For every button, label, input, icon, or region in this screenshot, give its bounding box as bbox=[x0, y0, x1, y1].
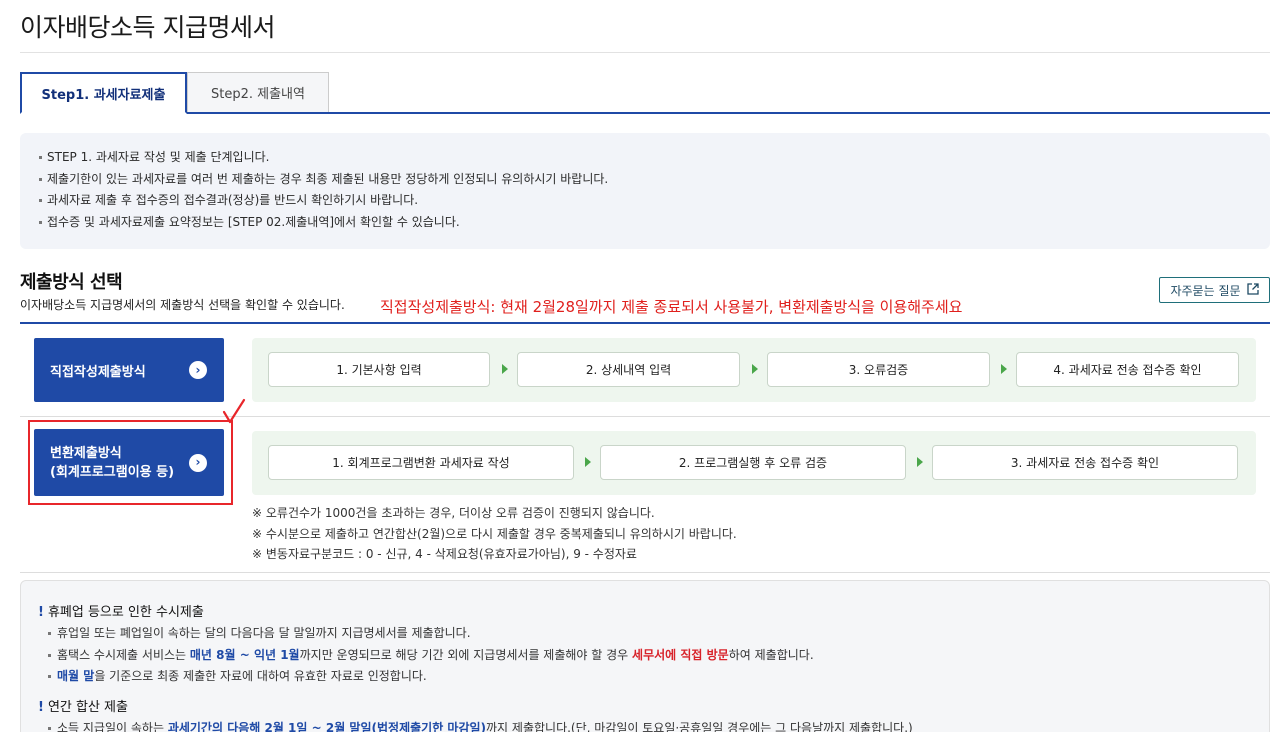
notice-box: ! 휴폐업 등으로 인한 수시제출 휴업일 또는 폐업일이 속하는 달의 다음다음… bbox=[20, 580, 1270, 732]
faq-button[interactable]: 자주묻는 질문 bbox=[1159, 277, 1270, 303]
warning-note: ※ 수시분으로 제출하고 연간합산(2월)으로 다시 제출할 경우 중복제출되니… bbox=[252, 527, 737, 541]
warning-note: ※ 변동자료구분코드 : 0 - 신규, 4 - 삭제요청(유효자료가아님), … bbox=[252, 547, 637, 561]
tab-bar: Step1. 과세자료제출 Step2. 제출내역 bbox=[20, 72, 1270, 114]
convert-step-2: 2. 프로그램실행 후 오류 검증 bbox=[600, 445, 906, 480]
notice-line: 휴업일 또는 폐업일이 속하는 달의 다음다음 달 말일까지 지급명세서를 제출… bbox=[48, 626, 471, 640]
section-title: 제출방식 선택 bbox=[20, 272, 123, 293]
exclamation-icon: ! bbox=[38, 605, 44, 620]
notice-line: 홈택스 수시제출 서비스는 매년 8월 ~ 익년 1월까지만 운영되므로 해당 … bbox=[48, 648, 814, 662]
title-divider bbox=[20, 52, 1270, 53]
info-box: STEP 1. 과세자료 작성 및 제출 단계입니다. 제출기한이 있는 과세자… bbox=[20, 133, 1270, 249]
info-item: STEP 1. 과세자료 작성 및 제출 단계입니다. bbox=[39, 147, 1270, 169]
direct-step-2: 2. 상세내역 입력 bbox=[517, 352, 740, 387]
convert-steps: 1. 회계프로그램변환 과세자료 작성 2. 프로그램실행 후 오류 검증 3.… bbox=[252, 431, 1256, 495]
direct-steps: 1. 기본사항 입력 2. 상세내역 입력 3. 오류검증 4. 과세자료 전송… bbox=[252, 338, 1256, 402]
direct-step-4: 4. 과세자료 전송 접수증 확인 bbox=[1016, 352, 1239, 387]
section-description: 이자배당소득 지급명세서의 제출방식 선택을 확인할 수 있습니다. bbox=[20, 298, 345, 312]
direct-step-1: 1. 기본사항 입력 bbox=[268, 352, 490, 387]
info-item: 접수증 및 과세자료제출 요약정보는 [STEP 02.제출내역]에서 확인할 … bbox=[39, 212, 1270, 234]
page-title: 이자배당소득 지급명세서 bbox=[20, 13, 275, 42]
direct-step-3: 3. 오류검증 bbox=[767, 352, 990, 387]
checkmark-icon bbox=[222, 398, 246, 424]
arrow-right-icon bbox=[585, 457, 591, 467]
method-divider bbox=[20, 322, 1270, 324]
highlight-box bbox=[28, 420, 233, 505]
info-item: 과세자료 제출 후 접수증의 접수결과(정상)를 반드시 확인하기시 바랍니다. bbox=[39, 190, 1270, 212]
arrow-right-icon bbox=[917, 457, 923, 467]
chevron-right-icon: › bbox=[189, 361, 207, 379]
direct-method-label: 직접작성제출방식 bbox=[50, 364, 146, 380]
convert-step-1: 1. 회계프로그램변환 과세자료 작성 bbox=[268, 445, 574, 480]
external-link-icon bbox=[1246, 282, 1259, 298]
notice-line: 소득 지급일이 속하는 과세기간의 다음해 2월 1일 ~ 2월 말일(법정제출… bbox=[48, 719, 913, 732]
tab-step2[interactable]: Step2. 제출내역 bbox=[187, 72, 329, 112]
info-item: 제출기한이 있는 과세자료를 여러 번 제출하는 경우 최종 제출된 내용만 정… bbox=[39, 169, 1270, 191]
section-separator bbox=[20, 572, 1270, 573]
convert-step-3: 3. 과세자료 전송 접수증 확인 bbox=[932, 445, 1238, 480]
tab-step1[interactable]: Step1. 과세자료제출 bbox=[20, 72, 187, 114]
arrow-right-icon bbox=[752, 364, 758, 374]
exclamation-icon: ! bbox=[38, 700, 44, 715]
faq-label: 자주묻는 질문 bbox=[1170, 283, 1241, 298]
method-separator bbox=[20, 416, 1270, 417]
direct-method-button[interactable]: 직접작성제출방식 › bbox=[34, 338, 224, 402]
red-annotation: 직접작성제출방식: 현재 2월28일까지 제출 종료되서 사용불가, 변환제출방… bbox=[380, 298, 963, 316]
arrow-right-icon bbox=[1001, 364, 1007, 374]
notice-line: 매월 말을 기준으로 최종 제출한 자료에 대하여 유효한 자료로 인정합니다. bbox=[48, 669, 427, 683]
notice-heading-annual: ! 연간 합산 제출 bbox=[38, 700, 128, 715]
arrow-right-icon bbox=[502, 364, 508, 374]
warning-note: ※ 오류건수가 1000건을 초과하는 경우, 더이상 오류 검증이 진행되지 … bbox=[252, 506, 655, 520]
notice-heading-occasional: ! 휴폐업 등으로 인한 수시제출 bbox=[38, 605, 204, 620]
